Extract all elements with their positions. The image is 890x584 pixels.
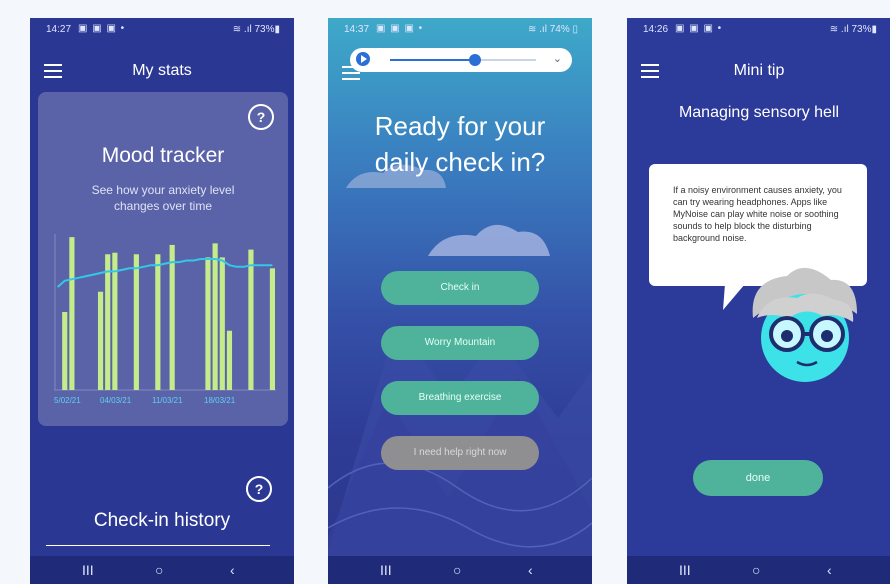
character-illustration [723, 267, 857, 382]
chart-bar [226, 330, 233, 390]
trend-line [56, 258, 273, 288]
chart-bar [212, 243, 218, 390]
back-icon[interactable]: ‹ [528, 562, 533, 578]
history-help-icon[interactable]: ? [246, 476, 272, 502]
breathing-exercise-button[interactable]: Breathing exercise [381, 381, 539, 415]
system-nav-bar: III ○ ‹ [627, 556, 890, 584]
help-now-button[interactable]: I need help right now [381, 436, 539, 470]
x-tick-label: 11/03/21 [152, 396, 183, 405]
home-icon[interactable]: ○ [453, 562, 461, 578]
home-icon[interactable]: ○ [752, 562, 760, 578]
chart-bar [169, 244, 175, 390]
recent-apps-icon[interactable]: III [679, 562, 691, 578]
status-time: 14:27 [46, 24, 72, 35]
chart-bar [205, 257, 211, 390]
notification-icons: ▣ ▣ ▣ • [376, 23, 424, 34]
mini-tip-screen: 14:26 ▣ ▣ ▣ • ≋ .ıl 73%▮ Mini tip Managi… [627, 18, 890, 584]
chart-bar [105, 254, 111, 390]
recent-apps-icon[interactable]: III [82, 562, 94, 578]
media-seek-thumb[interactable] [468, 54, 481, 66]
back-icon[interactable]: ‹ [230, 562, 235, 578]
chart-bar [69, 237, 75, 390]
chart-bar [112, 252, 118, 390]
mood-tracker-subtitle: See how your anxiety level changes over … [91, 183, 235, 213]
system-nav-bar: III ○ ‹ [30, 556, 294, 584]
done-button[interactable]: done [693, 460, 823, 496]
title-line-2: daily check in? [374, 147, 546, 177]
notification-icons: ▣ ▣ ▣ • [78, 23, 126, 34]
chart-bar [219, 257, 225, 390]
chart-bar [248, 249, 254, 390]
x-tick-label: 18/03/21 [204, 396, 236, 405]
help-icon[interactable]: ? [248, 104, 274, 130]
status-bar: 14:37 ▣ ▣ ▣ • ≋ .ıl 74% ▯ [328, 18, 592, 40]
battery-indicator: ≋ .ıl 73%▮ [232, 24, 280, 35]
chart-bar [155, 254, 161, 390]
status-bar: 14:27 ▣ ▣ ▣ • ≋ .ıl 73%▮ [30, 18, 294, 40]
page-title: My stats [132, 62, 192, 79]
chart-bar [269, 268, 275, 390]
battery-indicator: ≋ .ıl 74% ▯ [527, 24, 578, 35]
recent-apps-icon[interactable]: III [380, 562, 392, 578]
chart-bar [133, 254, 139, 390]
back-icon[interactable]: ‹ [827, 562, 832, 578]
page-title: Ready for your daily check in? [328, 108, 592, 180]
media-seek-bar[interactable] [390, 54, 536, 66]
system-nav-bar: III ○ ‹ [328, 556, 592, 584]
chart-bar [97, 291, 104, 390]
x-tick-label: 5/02/21 [54, 396, 81, 405]
x-tick-label: 04/03/21 [100, 396, 132, 405]
status-time: 14:37 [344, 24, 370, 35]
history-divider [46, 545, 270, 546]
check-in-button[interactable]: Check in [381, 271, 539, 305]
daily-check-in-screen: 14:37 ▣ ▣ ▣ • ≋ .ıl 74% ▯ ⌄ Ready for yo… [328, 18, 592, 584]
media-progress-fill [390, 59, 475, 61]
home-icon[interactable]: ○ [155, 562, 163, 578]
mood-tracker-title: Mood tracker [101, 144, 225, 167]
mood-chart: 5/02/21 04/03/21 11/03/21 18/03/21 [54, 234, 276, 405]
media-player-bar[interactable]: ⌄ [350, 48, 572, 72]
chart-bar [62, 312, 68, 390]
mood-tracker-card: ? Mood tracker See how your anxiety leve… [38, 92, 288, 426]
play-icon[interactable] [356, 52, 370, 66]
chevron-down-icon[interactable]: ⌄ [553, 52, 562, 65]
my-stats-screen: 14:27 ▣ ▣ ▣ • ≋ .ıl 73%▮ My stats ? Mood… [30, 18, 294, 584]
check-in-history-title: Check-in history [93, 510, 231, 531]
title-line-1: Ready for your [374, 111, 546, 141]
worry-mountain-button[interactable]: Worry Mountain [381, 326, 539, 360]
